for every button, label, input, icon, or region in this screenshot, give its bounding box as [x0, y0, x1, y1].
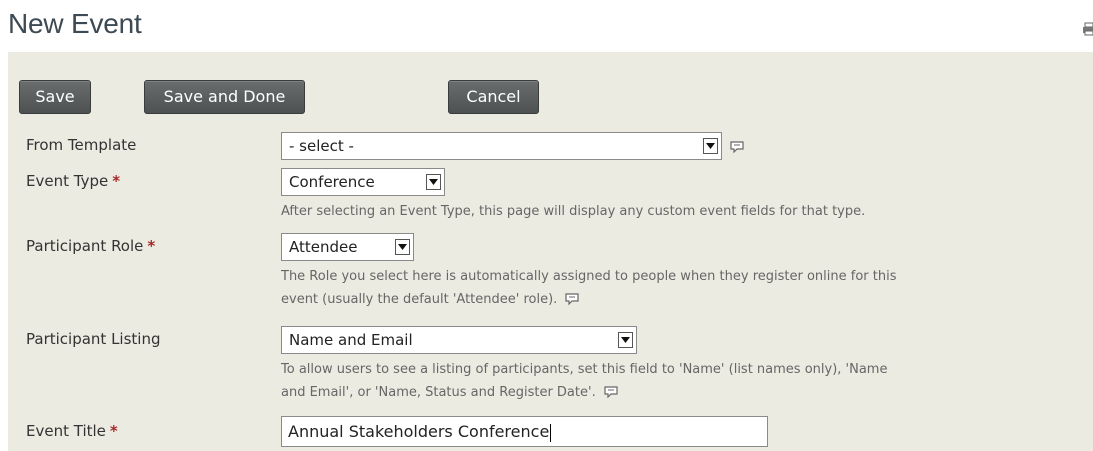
event-type-help: After selecting an Event Type, this page… [281, 204, 866, 219]
participant-listing-help-line1: To allow users to see a listing of parti… [281, 362, 888, 377]
participant-listing-help-line2: and Email', or 'Name, Status and Registe… [281, 383, 618, 403]
participant-listing-value: Name and Email [289, 331, 413, 349]
event-type-label: Event Type * [26, 172, 120, 190]
chevron-down-icon[interactable] [703, 138, 718, 154]
print-icon[interactable] [1083, 20, 1093, 36]
participant-role-label: Participant Role * [26, 237, 155, 255]
participant-listing-label-text: Participant Listing [26, 330, 161, 348]
event-title-value: Annual Stakeholders Conference [288, 422, 550, 441]
help-bubble-icon[interactable] [604, 385, 618, 399]
required-marker: * [109, 422, 118, 440]
required-marker: * [112, 172, 121, 190]
save-button[interactable]: Save [19, 80, 91, 114]
event-title-label: Event Title * [26, 422, 118, 440]
help-bubble-icon[interactable] [565, 292, 580, 306]
participant-listing-label: Participant Listing [26, 330, 160, 348]
participant-role-help-line2-text: event (usually the default 'Attendee' ro… [281, 292, 558, 307]
participant-listing-help-line2-text: and Email', or 'Name, Status and Registe… [281, 385, 596, 400]
participant-role-label-text: Participant Role [26, 237, 144, 255]
from-template-label-text: From Template [26, 136, 137, 154]
event-type-label-text: Event Type [26, 172, 109, 190]
page: New Event Save Save and Done Cancel From… [0, 0, 1093, 451]
chevron-down-icon[interactable] [395, 239, 410, 255]
participant-listing-select[interactable]: Name and Email [281, 326, 637, 354]
event-title-input[interactable]: Annual Stakeholders Conference [281, 416, 768, 447]
participant-role-help-line2: event (usually the default 'Attendee' ro… [281, 290, 580, 310]
chevron-down-icon[interactable] [426, 174, 441, 190]
from-template-select[interactable]: - select - [281, 132, 722, 160]
page-title: New Event [8, 8, 142, 39]
participant-role-select[interactable]: Attendee [281, 233, 414, 261]
participant-role-value: Attendee [289, 238, 358, 256]
from-template-label: From Template [26, 136, 136, 154]
title-bar: New Event [0, 0, 1093, 52]
chevron-down-icon[interactable] [618, 332, 633, 348]
required-marker: * [147, 237, 156, 255]
event-type-value: Conference [289, 173, 375, 191]
save-and-done-button[interactable]: Save and Done [144, 80, 305, 114]
help-bubble-icon[interactable] [730, 138, 744, 154]
cancel-button[interactable]: Cancel [448, 80, 539, 114]
event-form-panel: Save Save and Done Cancel From Template … [8, 52, 1093, 451]
from-template-value: - select - [289, 137, 354, 155]
event-title-label-text: Event Title [26, 422, 106, 440]
text-caret [550, 423, 552, 442]
participant-role-help-line1: The Role you select here is automaticall… [281, 269, 897, 284]
event-type-select[interactable]: Conference [281, 168, 445, 196]
